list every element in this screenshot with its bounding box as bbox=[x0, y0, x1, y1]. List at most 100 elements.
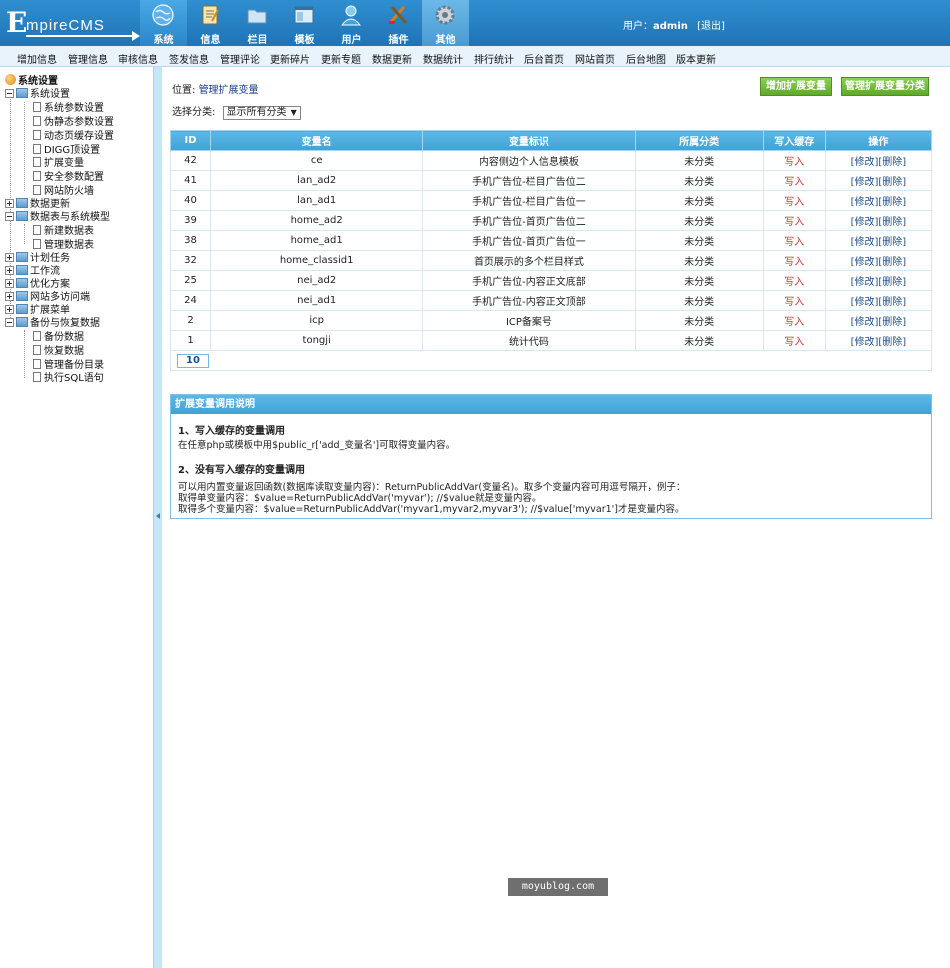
delete-link[interactable]: [删除] bbox=[878, 257, 906, 268]
category-select[interactable]: 显示所有分类 ▼ bbox=[222, 106, 301, 120]
page-count[interactable]: 10 bbox=[177, 353, 209, 368]
expand-icon[interactable] bbox=[5, 292, 14, 301]
tree-leaf-dynamic-cache[interactable]: 动态页缓存设置 bbox=[33, 130, 114, 143]
delete-link[interactable]: [删除] bbox=[878, 337, 906, 348]
menu-data-update[interactable]: 数据更新 bbox=[372, 51, 412, 66]
tree-node-tables-models[interactable]: 数据表与系统模型 bbox=[5, 211, 110, 224]
tree-leaf-manage-tables[interactable]: 管理数据表 bbox=[33, 239, 94, 252]
delete-link[interactable]: [删除] bbox=[878, 317, 906, 328]
empirecms-logo[interactable]: E mpireCMS bbox=[6, 8, 140, 41]
nav-other[interactable]: 其他 bbox=[422, 0, 469, 46]
write-cache-link[interactable]: 写入 bbox=[784, 277, 804, 288]
cell-category: 未分类 bbox=[634, 290, 764, 311]
tree-node-scheduled-tasks[interactable]: 计划任务 bbox=[5, 252, 70, 265]
write-cache-link[interactable]: 写入 bbox=[784, 257, 804, 268]
delete-link[interactable]: [删除] bbox=[878, 237, 906, 248]
write-cache-link[interactable]: 写入 bbox=[784, 157, 804, 168]
expand-icon[interactable] bbox=[5, 305, 14, 314]
cell-actions: [修改][删除] bbox=[824, 190, 933, 211]
nav-user[interactable]: 用户 bbox=[328, 0, 375, 46]
edit-link[interactable]: [修改] bbox=[851, 197, 879, 208]
delete-link[interactable]: [删除] bbox=[878, 177, 906, 188]
collapse-arrow-icon[interactable] bbox=[156, 513, 160, 519]
write-cache-link[interactable]: 写入 bbox=[784, 217, 804, 228]
user-name: admin bbox=[653, 21, 688, 32]
menu-add-info[interactable]: 增加信息 bbox=[17, 51, 57, 66]
tree-node-backup-restore[interactable]: 备份与恢复数据 bbox=[5, 317, 100, 330]
cell-var-name: icp bbox=[210, 310, 424, 331]
tree-leaf-backup-dir[interactable]: 管理备份目录 bbox=[33, 359, 104, 372]
write-cache-link[interactable]: 写入 bbox=[784, 177, 804, 188]
tree-leaf-firewall[interactable]: 网站防火墙 bbox=[33, 185, 94, 198]
write-cache-link[interactable]: 写入 bbox=[784, 297, 804, 308]
tree-leaf-exec-sql[interactable]: 执行SQL语句 bbox=[33, 372, 104, 385]
collapse-icon[interactable] bbox=[5, 89, 14, 98]
edit-link[interactable]: [修改] bbox=[851, 177, 879, 188]
expand-icon[interactable] bbox=[5, 253, 14, 262]
delete-link[interactable]: [删除] bbox=[878, 277, 906, 288]
collapse-icon[interactable] bbox=[5, 212, 14, 221]
write-cache-link[interactable]: 写入 bbox=[784, 197, 804, 208]
cell-actions: [修改][删除] bbox=[824, 270, 933, 291]
tree-leaf-new-table[interactable]: 新建数据表 bbox=[33, 225, 94, 238]
expand-icon[interactable] bbox=[5, 266, 14, 275]
tree-node-data-update[interactable]: 数据更新 bbox=[5, 198, 70, 211]
tree-leaf-system-params[interactable]: 系统参数设置 bbox=[33, 102, 104, 115]
collapse-icon[interactable] bbox=[5, 318, 14, 327]
write-cache-link[interactable]: 写入 bbox=[784, 317, 804, 328]
tree-leaf-backup-data[interactable]: 备份数据 bbox=[33, 331, 84, 344]
menu-version-update[interactable]: 版本更新 bbox=[676, 51, 716, 66]
tree-leaf-restore-data[interactable]: 恢复数据 bbox=[33, 345, 84, 358]
add-extend-var-button[interactable]: 增加扩展变量 bbox=[760, 77, 832, 96]
logout-link[interactable]: [退出] bbox=[697, 21, 725, 32]
menu-manage-info[interactable]: 管理信息 bbox=[68, 51, 108, 66]
tree-node-optimization[interactable]: 优化方案 bbox=[5, 278, 70, 291]
breadcrumb-link[interactable]: 管理扩展变量 bbox=[199, 85, 259, 96]
nav-template[interactable]: 模板 bbox=[281, 0, 328, 46]
edit-link[interactable]: [修改] bbox=[851, 257, 879, 268]
edit-link[interactable]: [修改] bbox=[851, 337, 879, 348]
expand-icon[interactable] bbox=[5, 279, 14, 288]
edit-link[interactable]: [修改] bbox=[851, 237, 879, 248]
edit-link[interactable]: [修改] bbox=[851, 297, 879, 308]
nav-system[interactable]: 系统 bbox=[140, 0, 187, 46]
tree-leaf-digg[interactable]: DIGG顶设置 bbox=[33, 144, 100, 157]
tree-leaf-extend-vars[interactable]: 扩展变量 bbox=[33, 157, 84, 170]
tree-root[interactable]: 系统设置 bbox=[5, 74, 58, 87]
menu-update-fragments[interactable]: 更新碎片 bbox=[270, 51, 310, 66]
expand-icon[interactable] bbox=[5, 199, 14, 208]
nav-plugin[interactable]: 插件 bbox=[375, 0, 422, 46]
nav-info[interactable]: 信息 bbox=[187, 0, 234, 46]
tree-node-workflow[interactable]: 工作流 bbox=[5, 265, 60, 278]
menu-admin-home[interactable]: 后台首页 bbox=[524, 51, 564, 66]
tree-leaf-security[interactable]: 安全参数配置 bbox=[33, 171, 104, 184]
tree-node-system-settings[interactable]: 系统设置 bbox=[5, 88, 70, 101]
tree-leaf-rewrite-params[interactable]: 伪静态参数设置 bbox=[33, 116, 114, 129]
edit-link[interactable]: [修改] bbox=[851, 317, 879, 328]
edit-link[interactable]: [修改] bbox=[851, 277, 879, 288]
delete-link[interactable]: [删除] bbox=[878, 217, 906, 228]
menu-admin-map[interactable]: 后台地图 bbox=[626, 51, 666, 66]
delete-link[interactable]: [删除] bbox=[878, 297, 906, 308]
delete-link[interactable]: [删除] bbox=[878, 157, 906, 168]
edit-link[interactable]: [修改] bbox=[851, 157, 879, 168]
menu-issue-info[interactable]: 签发信息 bbox=[169, 51, 209, 66]
delete-link[interactable]: [删除] bbox=[878, 197, 906, 208]
menu-data-stats[interactable]: 数据统计 bbox=[423, 51, 463, 66]
write-cache-link[interactable]: 写入 bbox=[784, 337, 804, 348]
tree-node-extend-menu[interactable]: 扩展菜单 bbox=[5, 304, 70, 317]
menu-rank-stats[interactable]: 排行统计 bbox=[474, 51, 514, 66]
tree-node-multi-access[interactable]: 网站多访问端 bbox=[5, 291, 90, 304]
manage-var-class-button[interactable]: 管理扩展变量分类 bbox=[841, 77, 929, 96]
cell-write-cache: 写入 bbox=[762, 150, 826, 171]
nav-column[interactable]: 栏目 bbox=[234, 0, 281, 46]
menu-update-topics[interactable]: 更新专题 bbox=[321, 51, 361, 66]
menu-review-info[interactable]: 审核信息 bbox=[118, 51, 158, 66]
menu-manage-comments[interactable]: 管理评论 bbox=[220, 51, 260, 66]
sidebar-splitter[interactable] bbox=[153, 67, 162, 968]
menu-site-home[interactable]: 网站首页 bbox=[575, 51, 615, 66]
edit-link[interactable]: [修改] bbox=[851, 217, 879, 228]
table-header-row: ID 变量名 变量标识 所属分类 写入缓存 操作 bbox=[169, 130, 933, 151]
cached-var-text: 在任意php或模板中用$public_r['add_变量名']可取得变量内容。 bbox=[178, 440, 456, 451]
write-cache-link[interactable]: 写入 bbox=[784, 237, 804, 248]
